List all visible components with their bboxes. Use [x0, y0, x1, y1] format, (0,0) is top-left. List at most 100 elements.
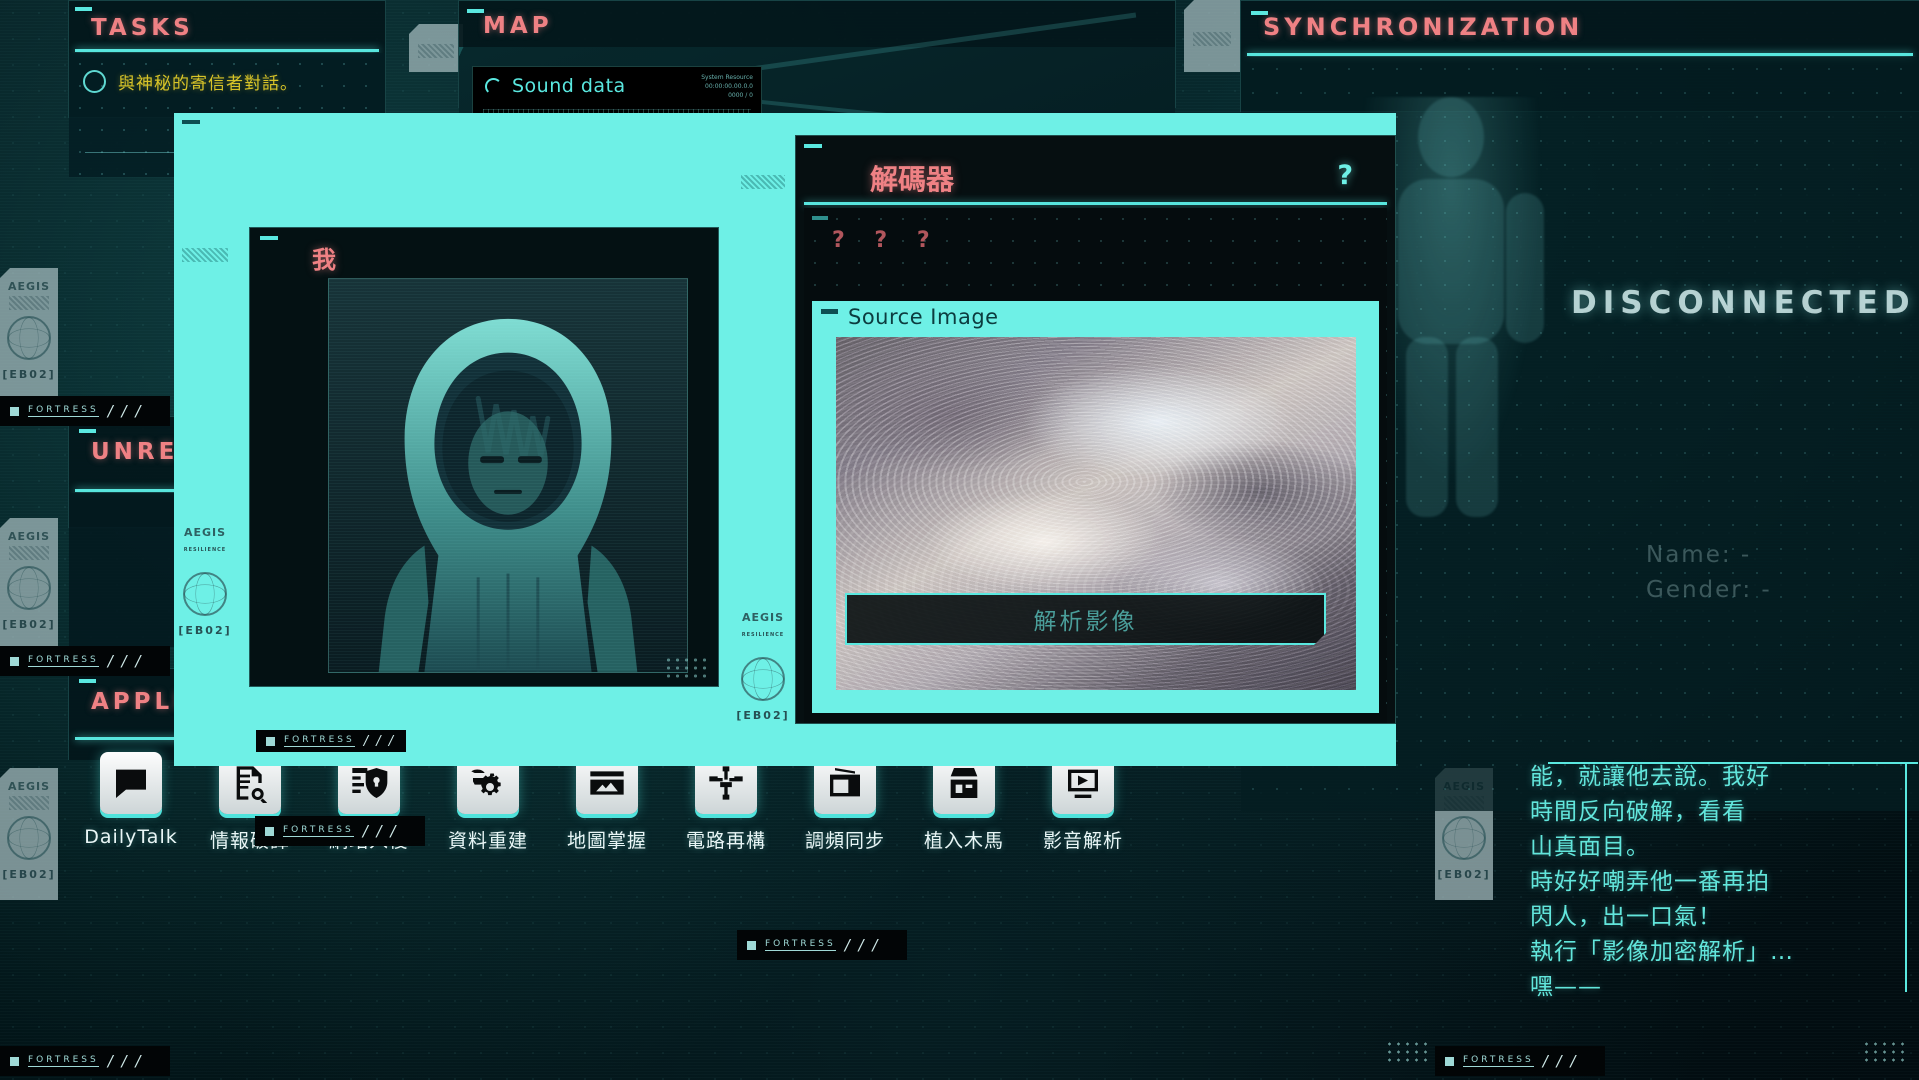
aegis-sub-label: RESILIENCE — [741, 632, 785, 638]
fortress-label: FORTRESS — [284, 735, 355, 747]
scanline-overlay — [329, 279, 687, 672]
fortress-label: FORTRESS — [1463, 1055, 1534, 1067]
fortress-strip-4: FORTRESS / / / — [737, 930, 907, 960]
unit-code-label: [EB02] — [1437, 868, 1491, 881]
aegis-globe-icon — [7, 816, 51, 860]
source-image-panel: Source Image 解析影像 — [812, 301, 1379, 713]
aegis-label: AEGIS — [7, 530, 51, 543]
avatar-window-sidebar: AEGIS RESILIENCE [EB02] — [174, 226, 236, 666]
field-name: Name: - — [1646, 542, 1752, 568]
dock-label: 影音解析 — [1042, 830, 1123, 852]
chat-line: 能，就讓他去說。我好 — [1530, 764, 1770, 790]
chat-line: 時好好嘲弄他一番再拍 — [1530, 868, 1770, 895]
aegis-tab-left-1[interactable]: AEGIS [EB02] — [0, 268, 58, 400]
dock-item-dailytalk[interactable]: DailyTalk — [68, 752, 194, 848]
fortress-strip-1: FORTRESS / / / — [0, 396, 170, 426]
chat-line: 閃人，出一口氣！ — [1530, 903, 1722, 930]
aegis-label: AEGIS — [741, 611, 785, 624]
panel-tick-icon — [467, 9, 484, 13]
task-item[interactable]: 與神秘的寄信者對話。 — [83, 69, 298, 94]
field-gender: Gender: - — [1646, 577, 1772, 603]
panel-divider — [75, 49, 379, 52]
fortress-label: FORTRESS — [28, 655, 99, 667]
decoder-title: 解碼器 — [870, 163, 955, 196]
fortress-square-icon — [10, 406, 19, 416]
aegis-globe-icon — [741, 657, 785, 701]
avatar-window[interactable]: AEGIS RESILIENCE [EB02] 我 FORTRESS / / / — [174, 113, 746, 766]
aegis-label: AEGIS — [183, 526, 227, 539]
panel-tick-icon — [79, 679, 96, 683]
decoder-window-sidebar: AEGIS RESILIENCE [EB02] — [731, 113, 795, 766]
chat-line: 執行「影像加密解析」… — [1530, 938, 1794, 965]
analyze-image-button[interactable]: 解析影像 — [845, 593, 1326, 645]
aegis-globe-icon — [183, 572, 227, 616]
help-icon[interactable]: ? — [1337, 160, 1353, 191]
unknown-label: ? ? ? — [832, 228, 941, 253]
hatch-decor — [9, 546, 49, 560]
hatch-decor — [741, 175, 785, 189]
dock-item-trojan-implant[interactable]: 植入木馬 — [901, 752, 1027, 853]
panel-divider — [804, 202, 1387, 205]
aegis-tab-top-2[interactable] — [1184, 0, 1240, 72]
dock-item-circuit-rebuild[interactable]: 電路再構 — [663, 752, 789, 853]
fortress-square-icon — [747, 940, 756, 950]
fortress-square-icon — [265, 826, 274, 836]
hatch-decor — [1193, 32, 1231, 46]
hatch-decor — [9, 296, 49, 310]
dock-item-media-analysis[interactable]: 影音解析 — [1020, 752, 1146, 853]
aegis-globe-icon — [7, 566, 51, 610]
fortress-strip-3: FORTRESS / / / — [255, 816, 425, 846]
aegis-tab-top-1[interactable] — [409, 24, 463, 72]
hatch-decor — [182, 248, 228, 262]
hatch-decor — [418, 44, 454, 58]
window-tick-icon — [182, 120, 200, 124]
sync-title: SYNCHRONIZATION — [1263, 13, 1584, 41]
aegis-label: AEGIS — [7, 280, 51, 293]
unit-code-label: [EB02] — [2, 368, 56, 381]
slash-decor: / / / — [107, 1052, 143, 1070]
slash-decor: / / / — [363, 733, 396, 749]
sound-data-meta: System Resource 00:00:00.00.0.0 0000 / 0 — [701, 74, 753, 99]
fortress-label: FORTRESS — [28, 1055, 99, 1067]
analyze-button-label: 解析影像 — [1033, 609, 1138, 635]
dock-item-freq-sync[interactable]: 調頻同步 — [782, 752, 908, 853]
aegis-tab-left-3[interactable]: AEGIS [EB02] — [0, 768, 58, 900]
sound-data-title: Sound data — [512, 75, 626, 97]
silhouette-head — [1418, 97, 1484, 177]
dock-label: DailyTalk — [84, 826, 178, 848]
avatar-portrait — [328, 278, 688, 673]
panel-divider — [1247, 53, 1913, 56]
fortress-strip-2: FORTRESS / / / — [0, 646, 170, 676]
map-title: MAP — [483, 13, 553, 39]
panel-tick-icon — [260, 236, 278, 240]
corner-dot-cluster-left — [1385, 1040, 1431, 1066]
dock-label: 電路再構 — [685, 830, 766, 852]
panel-tick-icon — [804, 144, 822, 148]
chat-line: 山真面目。 — [1530, 833, 1650, 860]
fortress-label: FORTRESS — [28, 405, 99, 417]
chat-bubble-icon — [100, 752, 162, 814]
fortress-square-icon — [1445, 1056, 1454, 1066]
application-dock: DailyTalk 情報破譯 網站入侵 資料重建 地圖掌握 — [68, 742, 1248, 902]
silhouette-leg-left — [1406, 337, 1448, 517]
fortress-square-icon — [10, 1056, 19, 1066]
avatar-inner-panel: 我 — [249, 227, 719, 687]
slash-decor: / / / — [362, 822, 398, 840]
fortress-strip-avatar: FORTRESS / / / — [256, 730, 406, 752]
dock-item-data-rebuild[interactable]: 資料重建 — [425, 752, 551, 853]
dock-item-map-control[interactable]: 地圖掌握 — [544, 752, 670, 853]
fortress-label: FORTRESS — [283, 825, 354, 837]
task-checkbox-icon[interactable] — [83, 70, 106, 93]
panel-tick-icon — [812, 216, 828, 220]
status-badge-disconnected: DISCONNECTED — [1571, 285, 1916, 321]
panel-synchronization: SYNCHRONIZATION DISCONNECTED Name: - Gen… — [1240, 0, 1919, 811]
decoder-subpanel: ? ? ? Source Image 解析影像 — [804, 208, 1387, 723]
hatch-decor — [9, 796, 49, 810]
panel-tasks: TASKS 與神秘的寄信者對話。 — [68, 0, 386, 177]
unit-code-label: [EB02] — [2, 618, 56, 631]
slash-decor: / / / — [107, 652, 143, 670]
source-image-title: Source Image — [848, 305, 999, 329]
aegis-tab-left-2[interactable]: AEGIS [EB02] — [0, 518, 58, 650]
dock-label: 調頻同步 — [804, 830, 885, 852]
decoder-window[interactable]: AEGIS RESILIENCE [EB02] 解碼器 ? ? ? ? Sour… — [731, 113, 1396, 766]
